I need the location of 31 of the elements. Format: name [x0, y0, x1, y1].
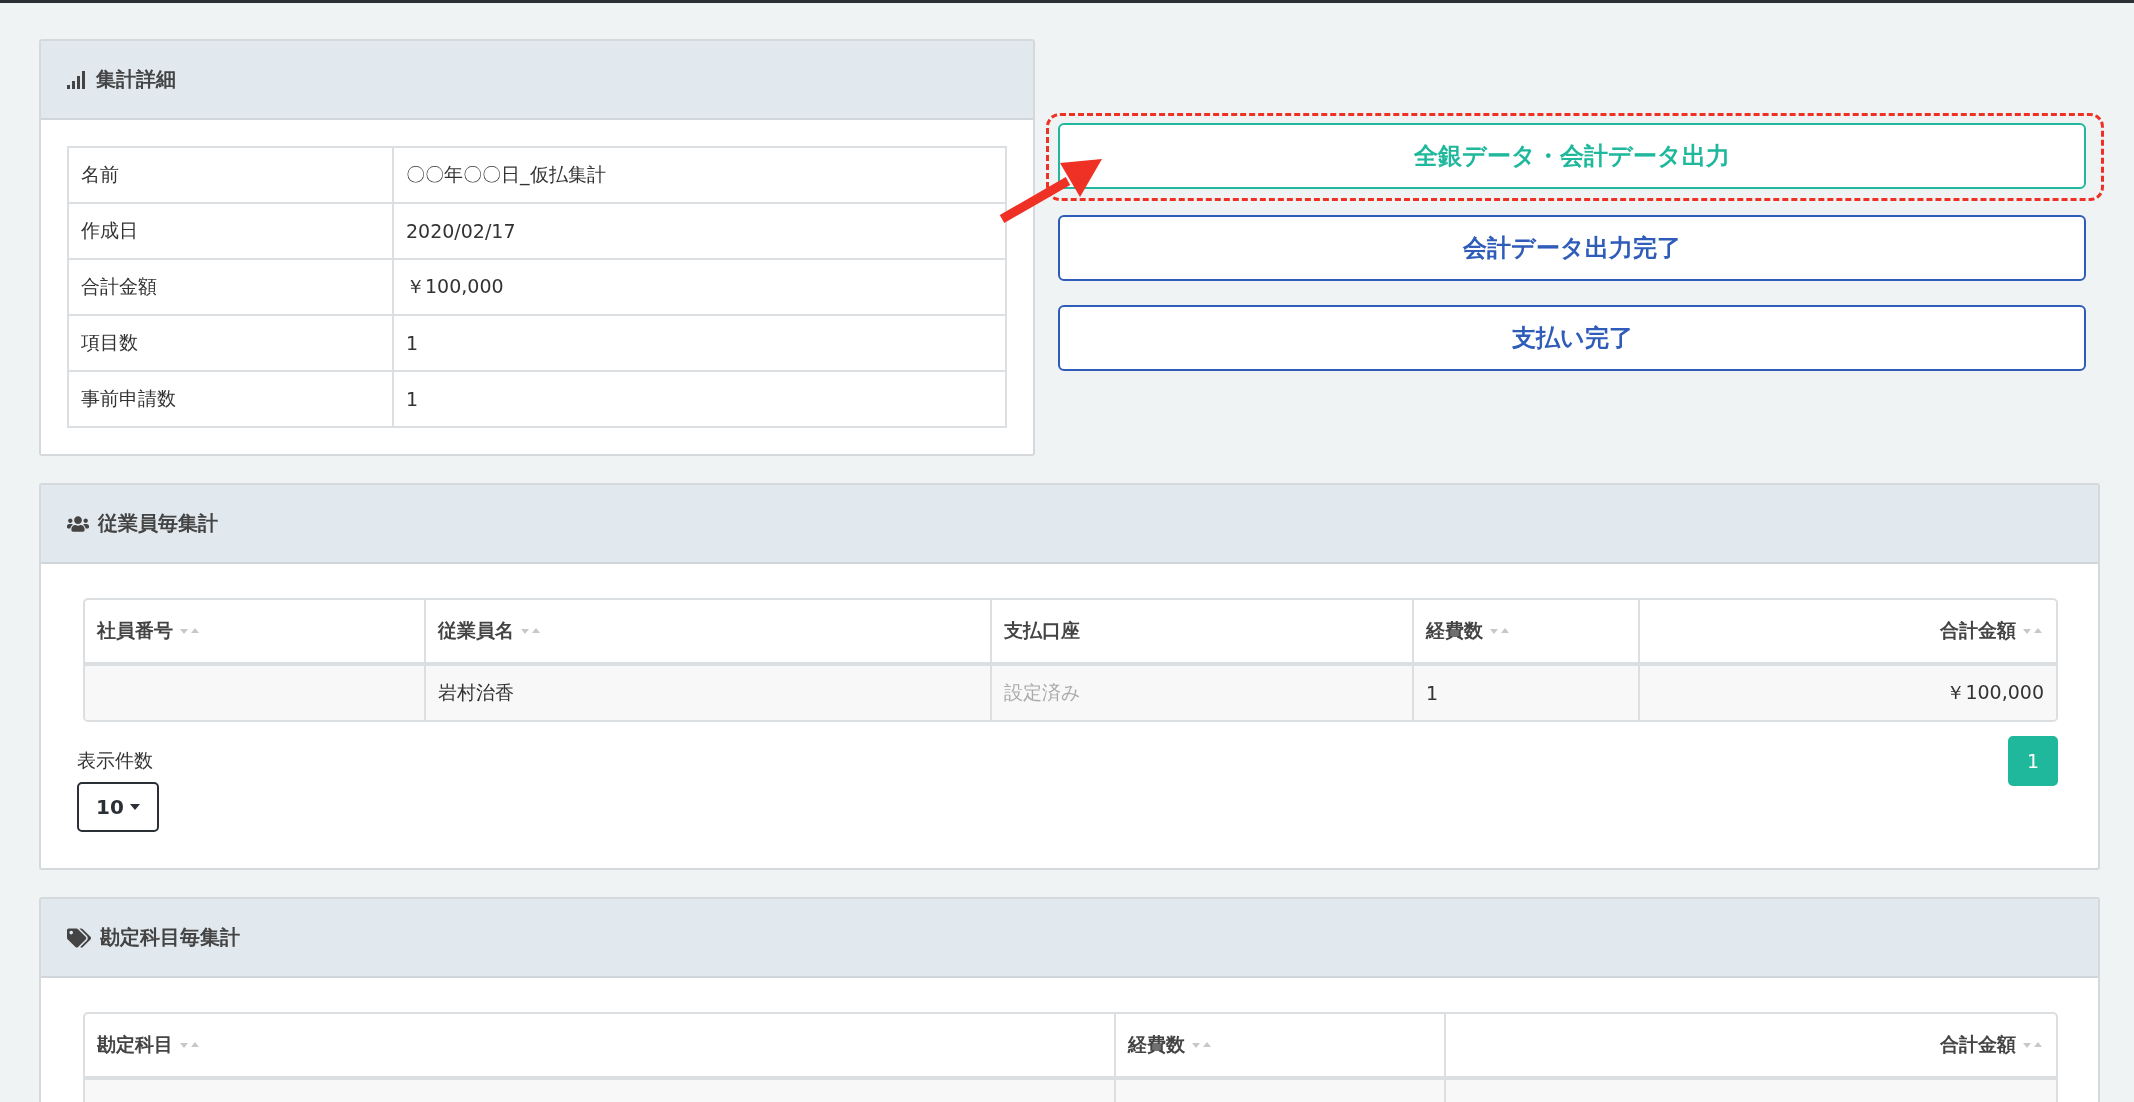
signal-bars-icon [67, 70, 87, 89]
caret-icon [129, 804, 140, 810]
action-button[interactable]: 支払い完了 [1058, 305, 2086, 371]
panel-title: 集計詳細 [96, 66, 176, 93]
field-label: 合計金額 [68, 259, 393, 315]
field-label: 項目数 [68, 315, 393, 371]
field-value: 1 [393, 371, 1006, 427]
field-value: 1 [393, 315, 1006, 371]
field-label: 事前申請数 [68, 371, 393, 427]
field-value: ￥100,000 [393, 259, 1006, 315]
sort-icon[interactable] [179, 626, 201, 636]
page-size-label: 表示件数 [77, 748, 154, 773]
page-size-select[interactable]: 10 [77, 782, 159, 832]
tags-icon [67, 925, 91, 950]
table-cell: 設定済み [991, 664, 1413, 720]
panel-title: 従業員毎集計 [98, 510, 218, 537]
action-button[interactable]: 会計データ出力完了 [1058, 215, 2086, 281]
sort-icon[interactable] [2022, 1040, 2044, 1050]
field-value: 2020/02/17 [393, 203, 1006, 259]
table-cell: 岩村治香 [425, 664, 991, 720]
field-label: 名前 [68, 147, 393, 203]
field-label: 作成日 [68, 203, 393, 259]
sort-icon[interactable] [1489, 626, 1511, 636]
sort-icon[interactable] [520, 626, 542, 636]
panel-title: 勘定科目毎集計 [100, 924, 240, 951]
table-cell: 1 [1413, 664, 1639, 720]
table-cell: ￥100,000 [1639, 664, 2056, 720]
sort-icon[interactable] [2022, 626, 2044, 636]
sort-icon[interactable] [179, 1040, 201, 1050]
sort-icon[interactable] [1191, 1040, 1213, 1050]
field-value: 〇〇年〇〇日_仮払集計 [393, 147, 1006, 203]
